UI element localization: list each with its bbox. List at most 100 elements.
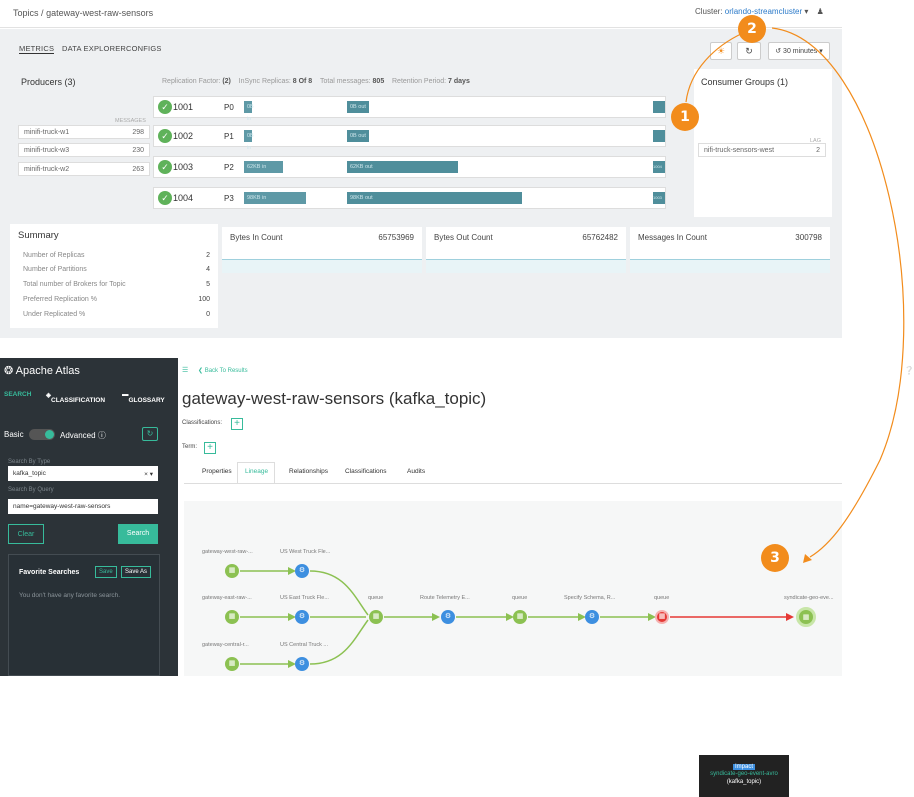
add-classification-button[interactable]: + [231,418,243,430]
check-icon: ✓ [158,100,172,114]
consumer-groups-card: Consumer Groups (1) LAG nifi-truck-senso… [694,69,832,217]
refresh-button[interactable]: ☀ [710,42,732,60]
breadcrumb-root[interactable]: Topics [13,8,39,18]
replica-marker: 1003 [653,192,665,204]
tab-lineage[interactable]: Lineage [245,468,268,475]
replication-factor-value: (2) [222,78,231,85]
cluster-label: Cluster: [695,7,723,16]
dataset-node-icon[interactable]: ▦ [796,607,816,627]
dataset-node-icon[interactable]: ▦ [655,610,669,624]
tab-relationships[interactable]: Relationships [289,468,328,475]
atlas-main: ☰ ❮ Back To Results ❔ gateway-west-raw-s… [178,358,914,797]
cluster-value[interactable]: orlando-streamcluster [725,7,802,16]
tab-audits[interactable]: Audits [407,468,425,475]
metric-label: Bytes In Count [230,233,283,242]
summary-title: Summary [18,230,59,241]
partition-label: P3 [224,194,234,203]
search-query-input[interactable]: name=gateway-west-raw-sensors [8,499,158,514]
summary-label: Preferred Replication % [23,296,97,303]
check-icon: ✓ [158,191,172,205]
metric-value: 65762482 [582,233,618,242]
total-messages-label: Total messages: [319,78,371,85]
dataset-node-icon[interactable]: ▦ [225,610,239,624]
lineage-node-label: gateway-east-raw-... [202,595,252,601]
add-term-button[interactable]: + [204,442,216,454]
breadcrumb-separator: / [41,8,44,18]
search-by-type-select[interactable]: kafka_topic × ▾ [8,466,158,481]
summary-value: 4 [206,266,210,273]
lineage-node-label: queue [654,595,670,601]
tab-classifications[interactable]: Classifications [345,468,387,475]
tab-classification[interactable]: ◈ CLASSIFICATION [46,391,105,404]
bytes-in-bar: 62KB in [244,161,283,173]
insync-label: InSync Replicas: [238,78,291,85]
process-node-icon[interactable]: ⚙ [295,657,309,671]
search-button[interactable]: Search [118,524,158,544]
chevron-down-icon[interactable]: ▾ [804,7,808,16]
dataset-node-icon[interactable]: ▦ [225,564,239,578]
refresh-icon[interactable]: ↻ [142,427,158,441]
user-icon[interactable]: ♟ [817,7,824,16]
lineage-node-label: queue [512,595,528,601]
broker-row[interactable]: ✓ 1004 P3 98KB in 98KB out 1003 [153,187,666,209]
producer-row[interactable]: minifi-truck-w2 263 [18,162,150,176]
tab-metrics[interactable]: METRICS [19,44,55,54]
producer-count: 230 [132,146,144,154]
tab-search[interactable]: SEARCH [4,391,31,398]
broker-row[interactable]: ✓ 1001 P0 0B in 0B out [153,96,666,122]
favorite-searches-title: Favorite Searches [19,569,80,576]
tab-configs[interactable]: CONFIGS [126,44,162,53]
bytes-in-card: Bytes In Count 65753969 [222,227,422,273]
producer-count: 263 [132,165,144,173]
bytes-in-bar: 98KB in [244,192,306,204]
dataset-node-icon[interactable]: ▦ [513,610,527,624]
time-range-dropdown[interactable]: ↺ 30 minutes ▾ [768,42,830,60]
time-range-value: 30 minutes [783,47,818,55]
save-button[interactable]: Save [95,566,117,578]
lineage-node-label: queue [368,595,384,601]
broker-row[interactable]: ✓ 1002 P1 0B in 0B out [153,125,666,151]
lineage-tooltip: Impact syndicate-geo-event-avro (kafka_t… [699,755,789,797]
help-icon[interactable]: ⓘ [98,431,106,440]
process-node-icon[interactable]: ⚙ [295,610,309,624]
broker-id: 1003 [173,162,194,172]
metrics-tabs-bar: METRICS DATA EXPLORER CONFIGS ☀ ↻ ↺ 30 m… [0,29,842,69]
tab-glossary[interactable]: ▬ GLOSSARY [122,391,165,404]
callout-badge-1: 1 [671,103,699,131]
save-as-button[interactable]: Save As [121,566,152,578]
consumer-name: nifi-truck-sensors-west [704,146,775,154]
dataset-node-icon[interactable]: ▦ [369,610,383,624]
bytes-out-bar: 98KB out [347,192,522,204]
consumer-row[interactable]: nifi-truck-sensors-west 2 [698,143,826,157]
process-node-icon[interactable]: ⚙ [441,610,455,624]
clear-button[interactable]: Clear [8,524,44,544]
tab-data-explorer[interactable]: DATA EXPLORER [62,44,126,53]
lineage-node-label: gateway-central-r... [202,642,249,648]
bytes-out-bar: 0B out [347,101,369,113]
reload-icon: ↻ [745,45,753,56]
producer-row[interactable]: minifi-truck-w3 230 [18,143,150,157]
back-to-results-link[interactable]: ❮ Back To Results [198,367,248,374]
dataset-node-icon[interactable]: ▦ [225,657,239,671]
lineage-node-label: gateway-west-raw-... [202,549,253,555]
cluster-selector[interactable]: Cluster: orlando-streamcluster ▾ ♟ [695,7,824,16]
process-node-icon[interactable]: ⚙ [295,564,309,578]
help-icon[interactable]: ❔ [904,366,914,375]
lineage-node-label: US East Truck Fle... [280,595,329,601]
lineage-graph[interactable]: ▦ gateway-west-raw-... ⚙ US West Truck Fle.… [184,501,842,797]
reload-button[interactable]: ↻ [737,42,761,60]
tabs-divider [184,483,842,484]
bytes-out-card: Bytes Out Count 65762482 [426,227,626,273]
producer-count: 298 [132,128,144,136]
basic-advanced-toggle[interactable] [29,429,55,440]
process-node-icon[interactable]: ⚙ [585,610,599,624]
menu-icon[interactable]: ☰ [182,366,188,374]
consumer-lag: 2 [816,146,820,154]
producer-row[interactable]: minifi-truck-w1 298 [18,125,150,139]
sparkline [630,259,830,273]
favorite-searches-panel: Favorite Searches Save Save As You don't… [8,554,160,676]
broker-id: 1002 [173,131,194,141]
sidebar-tabs: SEARCH ◈ CLASSIFICATION ▬ GLOSSARY [0,385,178,407]
broker-row[interactable]: ✓ 1003 P2 62KB in 62KB out 1004 [153,156,666,178]
tab-properties[interactable]: Properties [202,468,232,475]
